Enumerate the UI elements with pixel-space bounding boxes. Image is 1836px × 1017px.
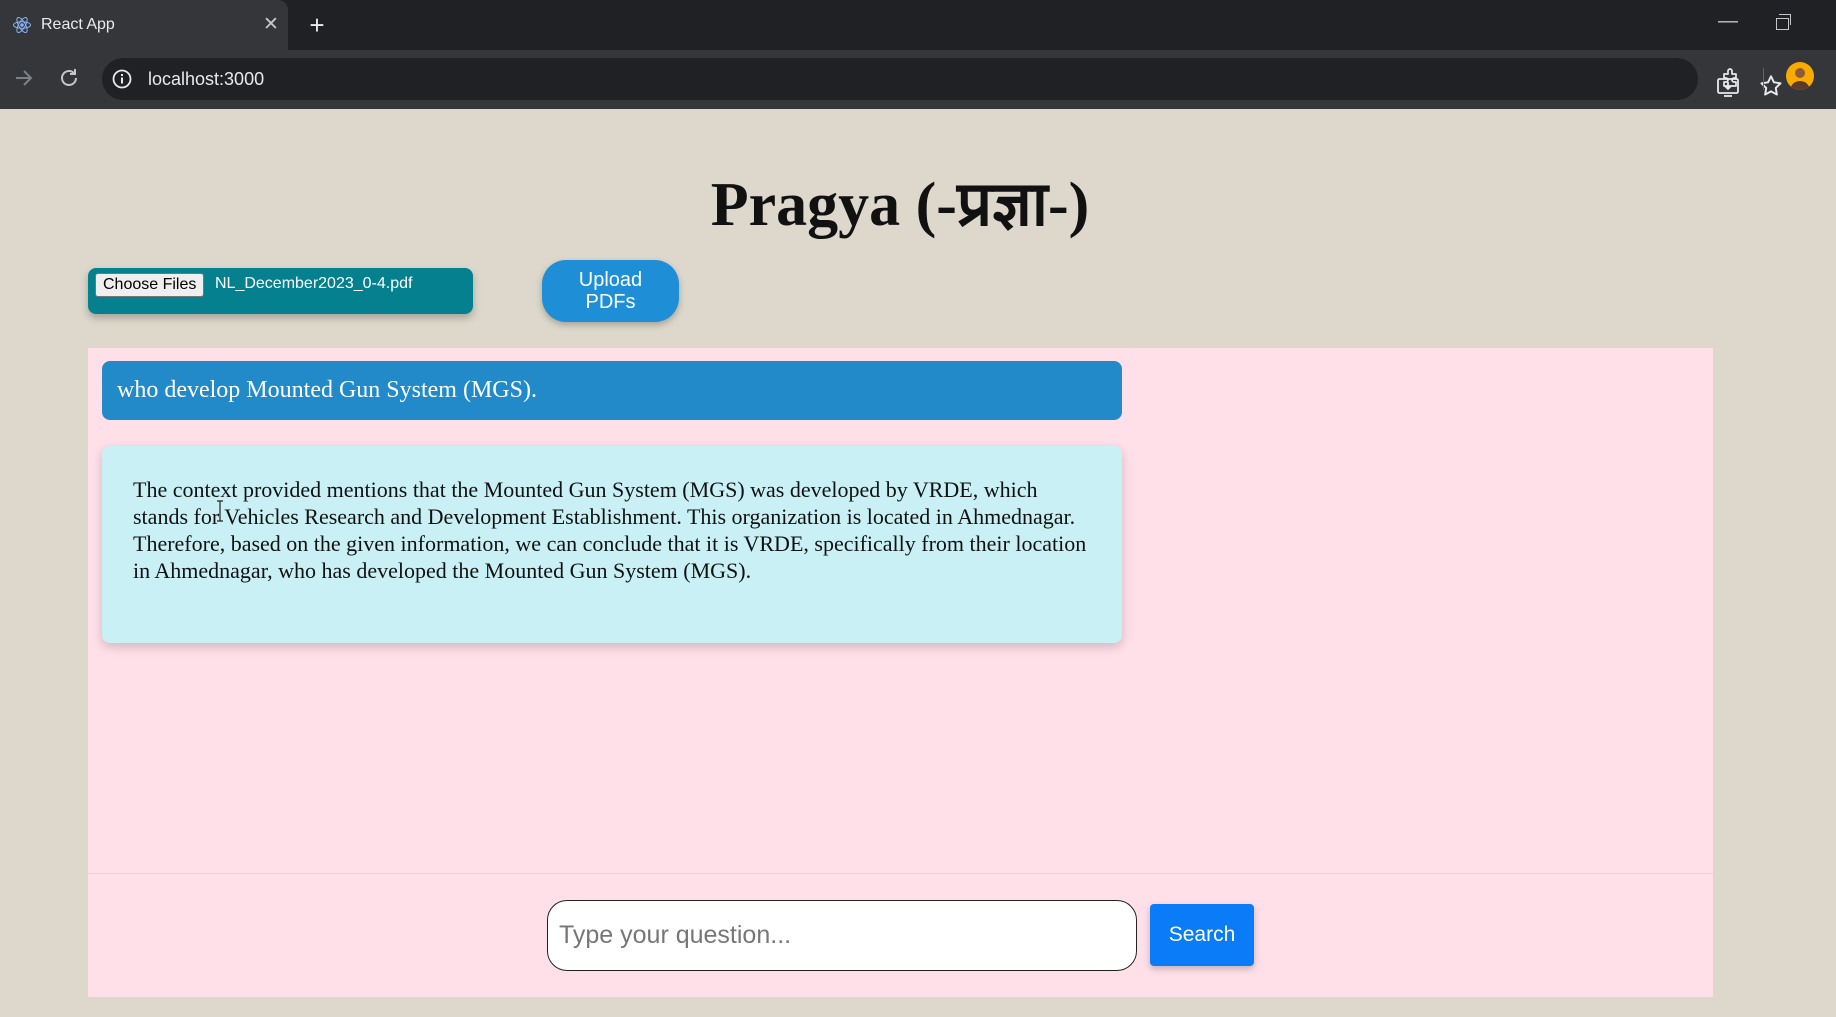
user-question-bubble: who develop Mounted Gun System (MGS). [102,361,1122,420]
answer-bubble: The context provided mentions that the M… [102,446,1122,643]
search-button[interactable]: Search [1150,904,1254,966]
upload-button-label-line1: Upload [578,269,643,291]
minimize-window-button[interactable]: — [1718,10,1738,33]
info-icon[interactable] [111,68,133,90]
browser-toolbar: localhost:3000 [0,50,1836,109]
restore-window-button[interactable] [1776,14,1791,30]
react-logo-icon [13,16,31,34]
profile-picture-icon [1790,68,1810,90]
avatar[interactable] [1786,62,1814,90]
question-input[interactable] [547,900,1137,971]
chat-panel: who develop Mounted Gun System (MGS). Th… [88,348,1713,873]
page-title: Pragya (-प्रज्ञा-) [710,171,1090,239]
selected-file-name: NL_December2023_0-4.pdf [215,275,413,292]
upload-pdfs-button[interactable]: Upload PDFs [542,260,679,322]
address-bar[interactable]: localhost:3000 [102,58,1782,100]
file-picker[interactable]: Choose Files NL_December2023_0-4.pdf [88,268,473,314]
reload-icon[interactable] [57,66,81,90]
arrow-forward-icon[interactable] [12,66,36,90]
browser-tab-bar: React App ✕ + — [0,0,1836,50]
text-cursor-icon [217,500,223,522]
choose-files-button[interactable]: Choose Files [95,273,205,297]
new-tab-button[interactable]: + [304,10,330,40]
browser-tab[interactable]: React App ✕ [0,0,288,50]
star-icon[interactable] [1758,73,1784,99]
close-tab-icon[interactable]: ✕ [261,12,281,38]
upload-button-label-line2: PDFs [585,291,636,313]
question-input-area: Search [88,873,1713,997]
url-text[interactable]: localhost:3000 [148,69,264,90]
puzzle-icon[interactable] [1720,66,1744,90]
tab-title: React App [41,16,115,33]
toolbar-divider [1763,68,1764,90]
